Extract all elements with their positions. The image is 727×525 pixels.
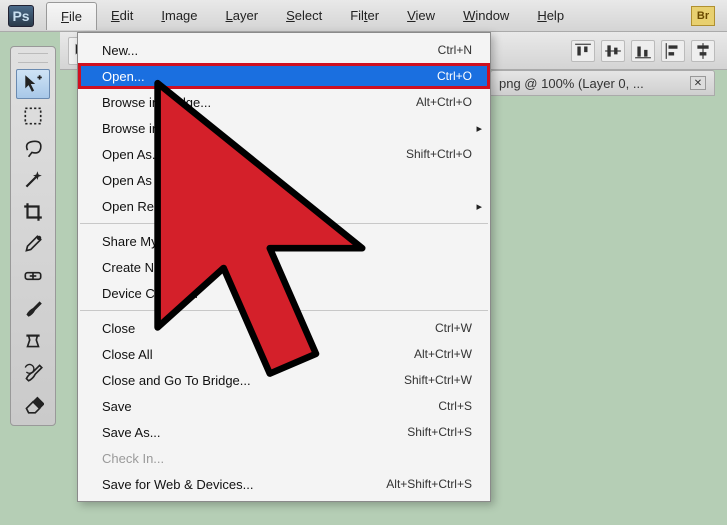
eyedropper-tool[interactable] [16, 229, 50, 259]
menu-item-open[interactable]: Open...Ctrl+O [78, 63, 490, 89]
menu-item-label: Open Recent [102, 199, 472, 214]
menu-item-close[interactable]: CloseCtrl+W [78, 315, 490, 341]
menu-image[interactable]: Image [147, 2, 211, 30]
menu-item-create-new-review[interactable]: Create New Review... [78, 254, 490, 280]
menu-edit[interactable]: Edit [97, 2, 147, 30]
menu-item-shortcut: Ctrl+N [438, 43, 472, 57]
menu-item-shortcut: Shift+Ctrl+W [404, 373, 472, 387]
menu-item-open-as-sma[interactable]: Open As Sma [78, 167, 490, 193]
menu-item-close-all[interactable]: Close AllAlt+Ctrl+W [78, 341, 490, 367]
menu-item-label: Open As... [102, 147, 406, 162]
menu-item-browse-in[interactable]: Browse in [78, 115, 490, 141]
menu-item-label: Browse in [102, 121, 472, 136]
brush-tool[interactable] [16, 293, 50, 323]
menu-help[interactable]: Help [523, 2, 578, 30]
menu-select[interactable]: Select [272, 2, 336, 30]
align-left-icon[interactable] [661, 40, 685, 62]
file-menu-dropdown: New...Ctrl+NOpen...Ctrl+OBrowse in Bridg… [77, 32, 491, 502]
menu-item-browse-in-bridge[interactable]: Browse in Bridge...Alt+Ctrl+O [78, 89, 490, 115]
menu-item-label: Check In... [102, 451, 472, 466]
menu-item-shortcut: Ctrl+S [438, 399, 472, 413]
menu-item-save-for-web-devices[interactable]: Save for Web & Devices...Alt+Shift+Ctrl+… [78, 471, 490, 497]
menu-item-shortcut: Ctrl+W [435, 321, 472, 335]
menu-item-label: Create New Review... [102, 260, 472, 275]
menu-item-save-as[interactable]: Save As...Shift+Ctrl+S [78, 419, 490, 445]
menu-filter[interactable]: Filter [336, 2, 393, 30]
menu-item-shortcut: Alt+Ctrl+W [414, 347, 472, 361]
menu-separator [80, 223, 488, 224]
document-tab[interactable]: png @ 100% (Layer 0, ... ✕ [490, 70, 715, 96]
menu-item-label: Share My Screen... [102, 234, 472, 249]
menu-item-check-in: Check In... [78, 445, 490, 471]
align-hcenter-icon[interactable] [691, 40, 715, 62]
crop-tool[interactable] [16, 197, 50, 227]
menu-item-shortcut: Shift+Ctrl+O [406, 147, 472, 161]
menu-item-shortcut: Alt+Shift+Ctrl+S [386, 477, 472, 491]
menu-item-new[interactable]: New...Ctrl+N [78, 37, 490, 63]
menu-window[interactable]: Window [449, 2, 523, 30]
magic-wand-tool[interactable] [16, 165, 50, 195]
menu-item-label: Open... [102, 69, 437, 84]
menu-item-label: Close and Go To Bridge... [102, 373, 404, 388]
menu-item-shortcut: Shift+Ctrl+S [407, 425, 472, 439]
menu-separator [80, 310, 488, 311]
document-title: png @ 100% (Layer 0, ... [499, 76, 644, 91]
menu-item-label: New... [102, 43, 438, 58]
menu-item-shortcut: Alt+Ctrl+O [416, 95, 472, 109]
toolbox-handle[interactable] [18, 53, 48, 63]
align-vcenter-icon[interactable] [601, 40, 625, 62]
menu-view[interactable]: View [393, 2, 449, 30]
menu-item-open-recent[interactable]: Open Recent [78, 193, 490, 219]
menu-item-label: Browse in Bridge... [102, 95, 416, 110]
menu-item-label: Device Central... [102, 286, 472, 301]
menu-item-label: Close All [102, 347, 414, 362]
healing-brush-tool[interactable] [16, 261, 50, 291]
toolbox [10, 46, 56, 426]
align-bottom-icon[interactable] [631, 40, 655, 62]
menu-item-label: Open As Sma [102, 173, 472, 188]
align-buttons [571, 40, 715, 62]
clone-stamp-tool[interactable] [16, 325, 50, 355]
menu-item-share-my-screen[interactable]: Share My Screen... [78, 228, 490, 254]
close-icon[interactable]: ✕ [690, 76, 706, 90]
menu-item-open-as[interactable]: Open As...Shift+Ctrl+O [78, 141, 490, 167]
eraser-tool[interactable] [16, 389, 50, 419]
menubar: Ps FileEditImageLayerSelectFilterViewWin… [0, 0, 727, 32]
menu-item-label: Save [102, 399, 438, 414]
menu-item-shortcut: Ctrl+O [437, 69, 472, 83]
bridge-badge[interactable]: Br [691, 6, 715, 26]
menu-item-label: Save for Web & Devices... [102, 477, 386, 492]
menu-item-save[interactable]: SaveCtrl+S [78, 393, 490, 419]
app-logo: Ps [8, 5, 34, 27]
menu-item-label: Save As... [102, 425, 407, 440]
move-tool[interactable] [16, 69, 50, 99]
menu-item-close-and-go-to-bridge[interactable]: Close and Go To Bridge...Shift+Ctrl+W [78, 367, 490, 393]
menu-layer[interactable]: Layer [212, 2, 273, 30]
marquee-tool[interactable] [16, 101, 50, 131]
menu-file[interactable]: File [46, 2, 97, 30]
history-brush-tool[interactable] [16, 357, 50, 387]
menu-item-label: Close [102, 321, 435, 336]
align-top-icon[interactable] [571, 40, 595, 62]
lasso-tool[interactable] [16, 133, 50, 163]
menu-item-device-central[interactable]: Device Central... [78, 280, 490, 306]
